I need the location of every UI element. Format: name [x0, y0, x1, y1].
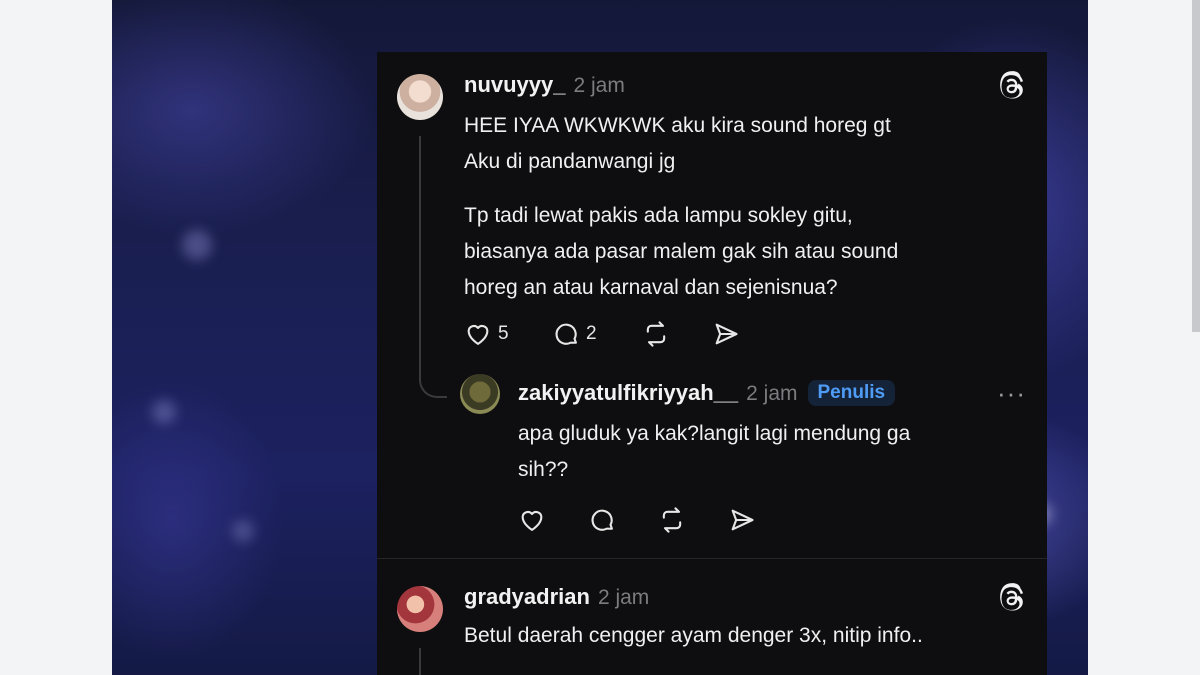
heart-icon [521, 510, 543, 531]
threads-logo-icon[interactable] [997, 583, 1027, 613]
like-button[interactable] [518, 506, 588, 534]
post-author[interactable]: nuvuyyy_ 2 jam [464, 72, 625, 98]
repost-button[interactable] [658, 506, 728, 534]
avatar[interactable] [397, 586, 443, 632]
comment-icon [591, 509, 613, 531]
post-author[interactable]: gradyadrian 2 jam [464, 584, 649, 610]
reply-author[interactable]: zakiyyatulfikriyyah__ 2 jam Penulis [518, 380, 896, 406]
like-button[interactable]: 5 [464, 320, 552, 348]
reply-actions [518, 506, 756, 534]
like-count: 5 [498, 323, 509, 344]
avatar[interactable] [460, 374, 500, 414]
reply-timestamp: 2 jam [746, 382, 798, 405]
post-line: Betul daerah cengger ayam denger 3x, nit… [464, 624, 923, 647]
reply-button[interactable]: 2 [552, 320, 642, 348]
repost-icon [646, 321, 666, 347]
author-badge: Penulis [807, 380, 896, 406]
post-line: horeg an atau karnaval dan sejenisnua? [464, 276, 838, 299]
threads-logo-icon[interactable] [997, 71, 1027, 101]
post-line: Aku di pandanwangi jg [464, 150, 676, 173]
reply-line: sih?? [518, 458, 569, 481]
thread-connector-curve [419, 370, 447, 398]
post-body: HEE IYAA WKWKWK aku kira sound horeg gt … [464, 108, 898, 306]
threads-comment-card: nuvuyyy_ 2 jam HEE IYAA WKWKWK aku kira s… [377, 52, 1047, 675]
page-scrollbar[interactable] [1192, 0, 1200, 332]
comment-icon [555, 323, 577, 345]
post-timestamp: 2 jam [573, 74, 625, 97]
post-actions: 5 2 [464, 320, 740, 348]
reply-body: apa gluduk ya kak?langit lagi mendung ga… [518, 416, 910, 488]
thread-connector-line [419, 136, 421, 372]
post-body: Betul daerah cengger ayam denger 3x, nit… [464, 618, 923, 654]
post-line: biasanya ada pasar malem gak sih atau so… [464, 240, 899, 263]
avatar[interactable] [397, 74, 443, 120]
background-photo: nuvuyyy_ 2 jam HEE IYAA WKWKWK aku kira s… [112, 0, 1088, 675]
post-line: HEE IYAA WKWKWK aku kira sound horeg gt [464, 114, 891, 137]
thread-connector-line [419, 648, 421, 675]
post-divider [377, 558, 1047, 559]
more-options-button[interactable]: ··· [997, 378, 1026, 409]
post-line: Tp tadi lewat pakis ada lampu sokley git… [464, 204, 853, 227]
send-icon [715, 323, 738, 345]
share-button[interactable] [728, 506, 756, 534]
repost-icon [662, 507, 682, 533]
send-icon [731, 509, 754, 531]
repost-button[interactable] [642, 320, 712, 348]
post-timestamp: 2 jam [597, 586, 650, 609]
share-button[interactable] [712, 320, 740, 348]
reply-count: 2 [586, 323, 597, 344]
reply-line: apa gluduk ya kak?langit lagi mendung ga [518, 422, 911, 445]
reply-button[interactable] [588, 506, 658, 534]
heart-icon [467, 324, 489, 345]
